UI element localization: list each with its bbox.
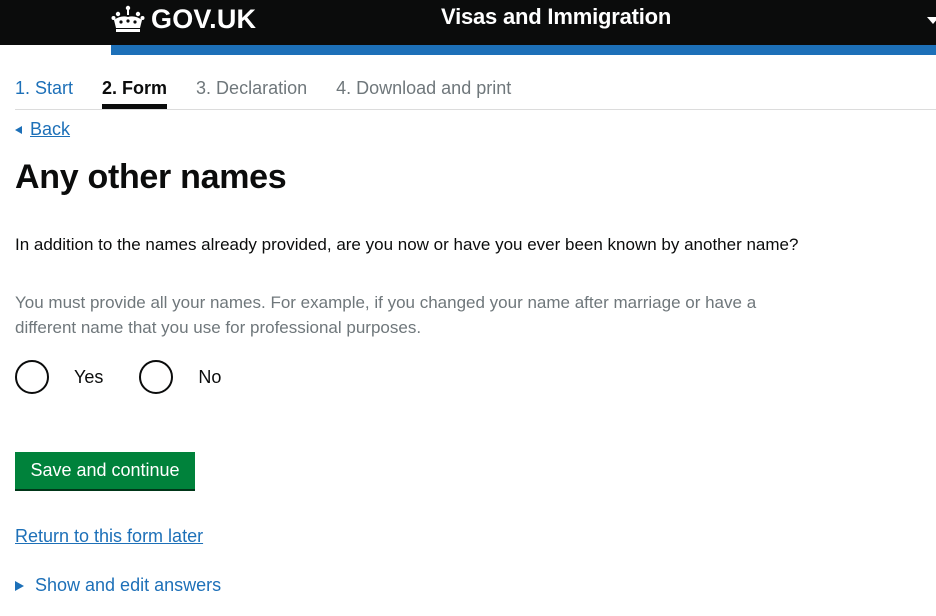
radio-no[interactable]: No bbox=[139, 360, 221, 394]
govuk-logo-link[interactable]: GOV.UK bbox=[111, 3, 256, 35]
crown-icon bbox=[111, 5, 145, 32]
step-start[interactable]: 1. Start bbox=[15, 76, 73, 109]
return-later-link[interactable]: Return to this form later bbox=[15, 526, 203, 547]
hint-text: You must provide all your names. For exa… bbox=[15, 293, 757, 337]
header-stripe bbox=[111, 45, 936, 55]
save-and-continue-button[interactable]: Save and continue bbox=[15, 452, 195, 489]
caret-down-icon[interactable] bbox=[927, 17, 936, 24]
radio-no-circle[interactable] bbox=[139, 360, 174, 394]
back-link[interactable]: Back bbox=[15, 119, 70, 140]
step-declaration: 3. Declaration bbox=[196, 78, 308, 98]
show-edit-answers-label[interactable]: Show and edit answers bbox=[35, 575, 221, 596]
show-edit-answers-toggle[interactable]: Show and edit answers bbox=[15, 575, 221, 596]
step-navigation: 1. Start 2. Form 3. Declaration 4. Downl… bbox=[15, 76, 936, 110]
step-download-and-print: 4. Download and print bbox=[336, 78, 512, 98]
radio-yes-label[interactable]: Yes bbox=[74, 367, 103, 388]
radio-yes[interactable]: Yes bbox=[15, 360, 103, 394]
radio-no-label[interactable]: No bbox=[198, 367, 221, 388]
back-arrow-icon bbox=[15, 126, 22, 134]
radio-yes-circle[interactable] bbox=[15, 360, 49, 394]
back-link-label: Back bbox=[30, 119, 71, 139]
question-text: In addition to the names already provide… bbox=[15, 235, 799, 254]
triangle-right-icon bbox=[15, 580, 24, 591]
step-form[interactable]: 2. Form bbox=[102, 76, 168, 109]
page-title: Any other names bbox=[15, 158, 287, 196]
other-names-radio-group: Yes No bbox=[15, 360, 257, 394]
logo-text: GOV.UK bbox=[151, 3, 257, 34]
service-name[interactable]: Visas and Immigration bbox=[441, 4, 671, 30]
site-header: GOV.UK Visas and Immigration bbox=[0, 0, 936, 45]
